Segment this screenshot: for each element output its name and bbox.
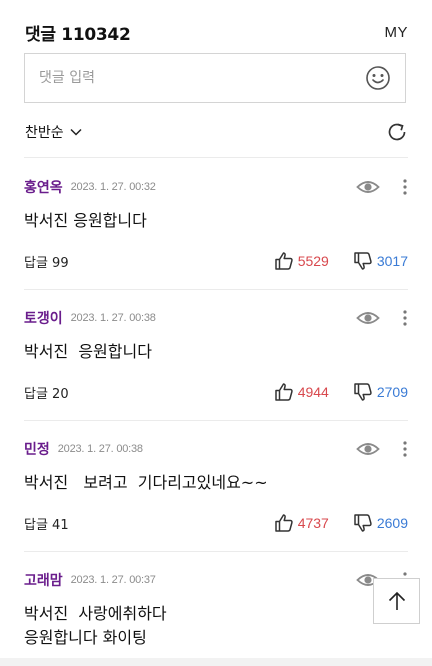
comment-nickname[interactable]: 토갱이 (24, 308, 63, 328)
comment-header: 댓글 110342 MY (25, 20, 409, 45)
comment-item: 고래맘 2023. 1. 27. 00:37 박서진 사랑에취하다 응원합니다 … (24, 568, 408, 658)
bottom-strip (0, 658, 432, 666)
comment-date: 2023. 1. 27. 00:37 (70, 574, 156, 586)
divider (24, 157, 408, 158)
comment-date: 2023. 1. 27. 00:32 (70, 181, 156, 193)
comment-item: 민정 2023. 1. 27. 00:38 박서진 보려고 기다리고있네요~~ … (24, 437, 408, 537)
more-vertical-icon[interactable] (402, 177, 408, 197)
reply-button[interactable]: 답글 99 (24, 252, 69, 271)
divider (24, 551, 408, 552)
divider (24, 420, 408, 421)
comment-date: 2023. 1. 27. 00:38 (57, 443, 143, 455)
more-vertical-icon[interactable] (402, 439, 408, 459)
comment-input-box[interactable] (24, 53, 406, 103)
comment-item: 홍연옥 2023. 1. 27. 00:32 박서진 응원합니다 답글 99 5… (24, 175, 408, 275)
refresh-icon[interactable] (386, 121, 408, 143)
downvote-button[interactable]: 3017 (353, 251, 408, 271)
sort-dropdown[interactable]: 찬반순 (25, 122, 82, 142)
thumbs-down-icon (354, 252, 372, 270)
downvote-count: 2709 (376, 384, 408, 400)
comment-text: 박서진 사랑에취하다 응원합니다 화이팅 (24, 604, 167, 647)
upvote-button[interactable]: 5529 (274, 251, 329, 271)
eye-icon[interactable] (356, 176, 380, 198)
upvote-button[interactable]: 4737 (274, 513, 329, 533)
my-button[interactable]: MY (385, 24, 409, 41)
comment-count-title: 댓글 110342 (25, 24, 131, 45)
comment-nickname[interactable]: 고래맘 (24, 570, 63, 590)
emoji-icon[interactable] (365, 65, 391, 91)
downvote-button[interactable]: 2709 (353, 382, 408, 402)
upvote-count: 5529 (297, 253, 329, 269)
thumbs-down-icon (354, 383, 372, 401)
comment-text: 박서진 응원합니다 (24, 211, 147, 230)
thumbs-up-icon (274, 383, 293, 401)
downvote-button[interactable]: 2609 (353, 513, 408, 533)
reply-button[interactable]: 답글 41 (24, 514, 69, 533)
downvote-count: 2609 (376, 515, 408, 531)
chevron-down-icon (70, 128, 82, 136)
comment-nickname[interactable]: 홍연옥 (24, 177, 63, 197)
scroll-to-top-button[interactable] (373, 578, 420, 624)
divider (24, 289, 408, 290)
comment-date: 2023. 1. 27. 00:38 (70, 312, 156, 324)
thumbs-up-icon (274, 252, 293, 270)
eye-icon[interactable] (356, 307, 380, 329)
eye-icon[interactable] (356, 438, 380, 460)
comment-text: 박서진 응원합니다 (24, 342, 152, 361)
comment-text: 박서진 보려고 기다리고있네요~~ (24, 473, 268, 492)
thumbs-up-icon (274, 514, 293, 532)
downvote-count: 3017 (376, 253, 408, 269)
sort-row: 찬반순 (25, 118, 408, 146)
upvote-count: 4737 (297, 515, 329, 531)
reply-button[interactable]: 답글 20 (24, 383, 69, 402)
arrow-up-icon (388, 591, 405, 610)
comment-nickname[interactable]: 민정 (24, 439, 50, 459)
sort-label: 찬반순 (25, 125, 64, 141)
comment-input[interactable] (37, 69, 365, 87)
thumbs-down-icon (354, 514, 372, 532)
upvote-button[interactable]: 4944 (274, 382, 329, 402)
comment-item: 토갱이 2023. 1. 27. 00:38 박서진 응원합니다 답글 20 4… (24, 306, 408, 406)
more-vertical-icon[interactable] (402, 308, 408, 328)
upvote-count: 4944 (297, 384, 329, 400)
